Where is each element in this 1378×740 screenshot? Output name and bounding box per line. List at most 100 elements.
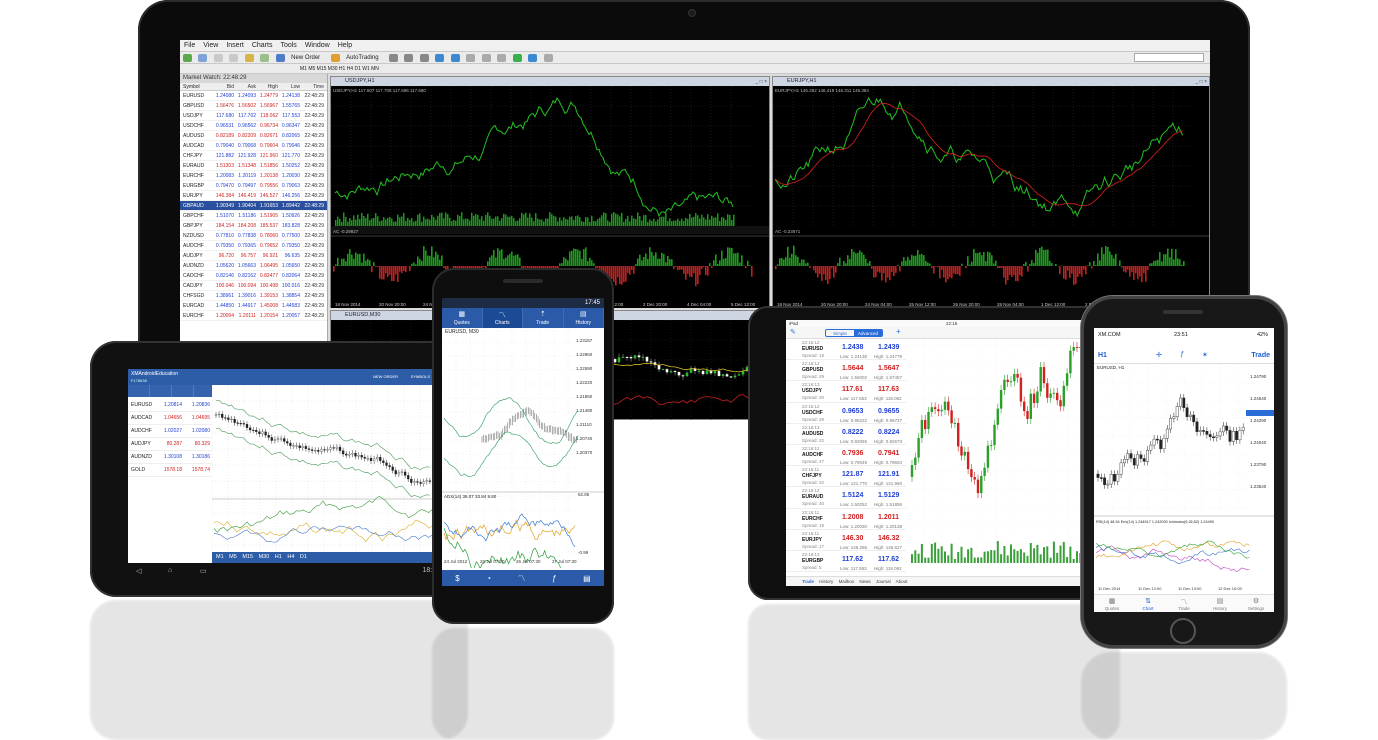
tab-quotes[interactable]: ▦ Quotes (1094, 595, 1130, 612)
table-row[interactable]: EURCHF 1.20094 1.20111 1.20154 1.20057 22:48:… (180, 311, 327, 321)
table-row[interactable]: EURCHF 1.20083 1.20119 1.20138 1.20030 22:48:… (180, 171, 327, 181)
seg-advanced[interactable]: Advanced (854, 330, 882, 336)
market-watch-icon[interactable] (213, 54, 223, 62)
bar-chart-icon[interactable] (389, 54, 399, 62)
tablet-timeframe-bar[interactable]: M1 M5 M15 M30 H1 H4 D1 (212, 552, 448, 563)
iphone-chart-canvas[interactable]: 1.24790 1.24540 1.24290 1.24040 1.23790 1.235… (1094, 364, 1274, 594)
menu-charts[interactable]: Charts (252, 42, 273, 49)
tab-charts[interactable]: 〽 Charts (482, 308, 523, 328)
tab-trade[interactable] (172, 385, 194, 397)
symbols-button[interactable]: SYMBOLS (411, 374, 430, 379)
tab-charts[interactable] (150, 385, 172, 397)
dollar-icon[interactable]: $ (455, 574, 459, 583)
profiles-icon[interactable] (198, 54, 208, 62)
menu-help[interactable]: Help (338, 42, 352, 49)
tab-trade[interactable]: 〽 Trade (1166, 595, 1202, 612)
zoom-out-icon[interactable] (450, 54, 460, 62)
window-controls[interactable]: _ □ × (1196, 78, 1208, 87)
tile-windows-icon[interactable] (466, 54, 476, 62)
table-row[interactable]: GBPAUD 1.90349 1.90404 1.91653 1.89442 22:48:… (180, 201, 327, 211)
new-order-icon[interactable] (275, 54, 285, 62)
ipad-chart-canvas[interactable] (906, 327, 1104, 575)
list-item[interactable]: 22:16:11 CHFJPY Spread: 32 121.87 121.91 Low:… (786, 466, 906, 488)
chart-shift-icon[interactable] (497, 54, 507, 62)
table-row[interactable]: AUDUSD 0.82189 0.82209 0.82671 0.82065 22:48:… (180, 131, 327, 141)
line-chart-icon[interactable] (419, 54, 429, 62)
trade-button[interactable]: Trade (1251, 352, 1270, 359)
chart-window-eurjpy[interactable]: EURJPY,H1 _ □ × 18 Nov 2014 20 Nov 20:00 24… (772, 76, 1210, 308)
list-item[interactable]: AUDJPY 80.287 80.329 (128, 438, 212, 451)
tablet-chart-canvas[interactable] (212, 385, 448, 552)
table-row[interactable]: CHFSGD 1.38961 1.39016 1.39153 1.38854 22:48:… (180, 291, 327, 301)
list-item[interactable]: AUDCHF 1.02027 1.02080 (128, 425, 212, 438)
table-row[interactable]: CADCHF 0.82146 0.82162 0.82477 0.82064 22:48:… (180, 271, 327, 281)
objects-icon[interactable]: ▤ (583, 574, 591, 583)
tab-history[interactable]: ▤ History (1202, 595, 1238, 612)
autotrading-button[interactable]: AutoTrading (346, 52, 378, 64)
list-item[interactable]: 22:16:12 USDCHF Spread: 29 0.9653 0.9655 Low:… (786, 403, 906, 424)
table-row[interactable]: GBPUSD 1.56476 1.56502 1.56967 1.55765 22:48:… (180, 101, 327, 111)
templates-icon[interactable] (543, 54, 553, 62)
new-order-button[interactable]: New Order (291, 52, 320, 64)
tab-chart[interactable]: ⇅ Chart (1130, 595, 1166, 612)
autotrading-icon[interactable] (330, 54, 340, 62)
search-input[interactable] (1134, 53, 1204, 62)
list-item[interactable]: GOLD 1578.18 1578.74 (128, 464, 212, 477)
menu-window[interactable]: Window (305, 42, 330, 49)
table-row[interactable]: CHFJPY 121.882 121.928 121.960 121.770 22:48:… (180, 151, 327, 161)
table-row[interactable]: EURAUD 1.51303 1.51348 1.51856 1.50252 22:48:… (180, 161, 327, 171)
chart-type-icon[interactable]: 〽 (518, 573, 526, 584)
menu-view[interactable]: View (203, 42, 218, 49)
tab-trade[interactable]: Trade (802, 579, 814, 584)
new-chart-icon[interactable] (183, 54, 192, 62)
list-item[interactable]: 22:16:12 EURAUD Spread: 40 1.5124 1.5129 Low:… (786, 487, 906, 509)
tab-history[interactable]: ▤ History (564, 308, 604, 328)
table-row[interactable]: USDCHF 0.96531 0.96562 0.96734 0.96347 22:48:… (180, 121, 327, 131)
table-row[interactable]: EURJPY 146.384 146.419 146.527 146.256 22:48:… (180, 191, 327, 201)
table-row[interactable]: EURCAD 1.44850 1.44917 1.45008 1.44583 22:48:… (180, 301, 327, 311)
table-row[interactable]: AUDNZD 1.05620 1.05663 1.06495 1.05650 22:48:… (180, 261, 327, 271)
autoscroll-icon[interactable] (481, 54, 491, 62)
table-row[interactable]: USDJPY 117.680 117.702 118.062 117.553 22:48:… (180, 111, 327, 121)
zoom-in-icon[interactable] (435, 54, 445, 62)
table-row[interactable]: EURGBP 0.79470 0.79497 0.79556 0.79063 22:48:… (180, 181, 327, 191)
indicator-icon[interactable]: ƒ (552, 574, 556, 583)
list-item[interactable]: AUDCAD 1.04656 1.04695 (128, 412, 212, 425)
tab-quotes[interactable] (128, 385, 150, 397)
tab-about[interactable]: About (896, 579, 908, 584)
home-icon[interactable]: ⌂ (168, 567, 172, 574)
menu-tools[interactable]: Tools (280, 42, 296, 49)
tab-history[interactable]: History (819, 579, 833, 584)
back-icon[interactable]: ◁ (136, 567, 141, 575)
eurjpy-chart-canvas[interactable]: 18 Nov 2014 20 Nov 20:00 24 Nov 04:00 25 No… (772, 85, 1209, 308)
list-item[interactable]: 22:16:13 EURGBP Spread: 5 117.62 117.62 Low: … (786, 551, 906, 573)
indicators-icon[interactable]: ƒ (1180, 351, 1184, 358)
menu-file[interactable]: File (184, 42, 195, 49)
indicators-icon[interactable] (512, 54, 522, 62)
table-row[interactable]: CADJPY 100.046 100.094 100.498 100.016 22:48:… (180, 281, 327, 291)
recent-apps-icon[interactable]: ▭ (200, 567, 207, 575)
table-row[interactable]: AUDJPY 96.720 96.757 96.921 96.635 22:48:29 (180, 251, 327, 261)
home-button[interactable] (1170, 618, 1196, 644)
add-symbol-icon[interactable]: + (896, 327, 901, 336)
seg-simple[interactable]: Simple (826, 330, 854, 336)
new-order-button[interactable]: NEW ORDER (373, 374, 398, 379)
tab-trade[interactable]: ⇡ Trade (523, 308, 564, 328)
tab-news[interactable]: News (859, 579, 870, 584)
tab-quotes[interactable]: ▦ Quotes (442, 308, 483, 328)
tab-journal[interactable]: Journal (876, 579, 891, 584)
clock-icon[interactable]: ◔ (486, 574, 491, 583)
tab-mailbox[interactable]: Mailbox (839, 579, 855, 584)
list-item[interactable]: AUDNZD 1.30108 1.30186 (128, 451, 212, 464)
list-item[interactable]: 22:16:13 AUDUSD Spread: 22 0.8222 0.8224 Low:… (786, 424, 906, 445)
table-row[interactable]: NZDUSD 0.77810 0.77838 0.78060 0.77500 22:48:… (180, 231, 327, 241)
tab-settings[interactable]: ⚙ Settings (1238, 595, 1274, 612)
menu-insert[interactable]: Insert (226, 42, 244, 49)
timeframe-buttons[interactable]: M1 M5 M15 M30 H1 H4 D1 W1 MN (300, 64, 379, 74)
list-item[interactable]: EURUSD 1.20814 1.20836 (128, 399, 212, 412)
window-controls[interactable]: _ □ × (756, 78, 768, 87)
terminal-icon[interactable] (260, 54, 270, 62)
table-row[interactable]: EURUSD 1.24080 1.24093 1.24779 1.24138 22:48:… (180, 91, 327, 101)
timeframe-button[interactable]: H1 (1098, 352, 1107, 359)
table-row[interactable]: GBPCHF 1.51070 1.51186 1.51905 1.50926 22:48:… (180, 211, 327, 221)
